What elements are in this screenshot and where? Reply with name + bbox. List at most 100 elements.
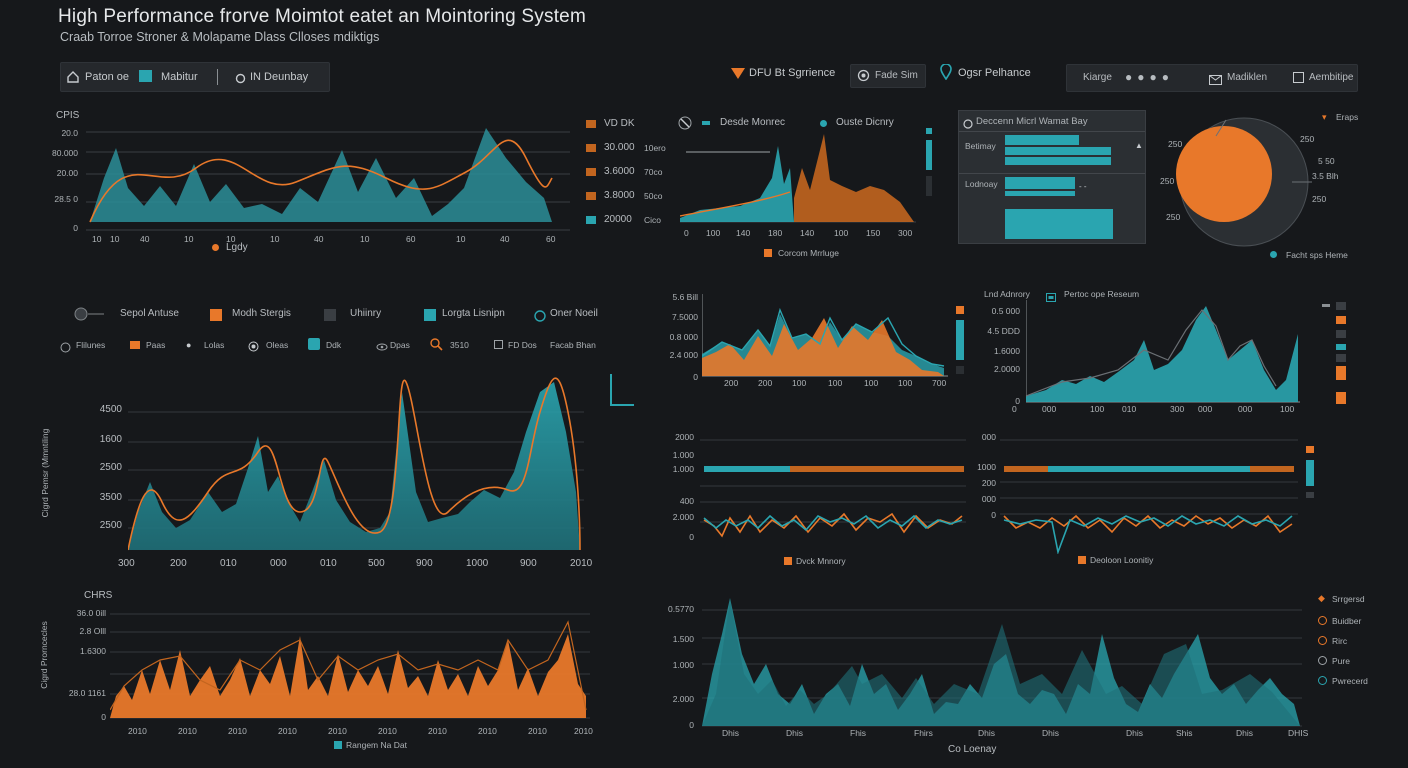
radio-icon[interactable]: ●: [186, 340, 191, 350]
filter-item[interactable]: Oner Noeil: [550, 308, 598, 319]
filter-item[interactable]: Lorgta Lisnipn: [442, 308, 505, 319]
xtick: 180: [768, 228, 783, 238]
xtick: 150: [866, 228, 881, 238]
ytick: 1600: [99, 434, 122, 445]
filter-chip[interactable]: 3510: [450, 340, 469, 350]
toolbar-item-monitor[interactable]: Mabitur: [161, 71, 198, 83]
aembite-label[interactable]: Aembitipe: [1309, 72, 1353, 83]
xtick: 000: [270, 558, 287, 569]
toolbar-item-dfu[interactable]: DFU Bt Sgrrience: [749, 67, 835, 79]
filter-chip[interactable]: Flilunes: [76, 340, 105, 350]
search-icon[interactable]: [430, 338, 443, 356]
xtick: 100: [898, 378, 913, 388]
ytick: 1.000: [672, 464, 694, 474]
xtick: 2010: [428, 726, 447, 736]
legend-value: VD DK: [604, 118, 635, 129]
xtick: 2010: [228, 726, 247, 736]
filter-chip[interactable]: Paas: [146, 340, 165, 350]
bl-ylabel: Cigrd Prorncecles: [39, 621, 49, 689]
xtick: 200: [170, 558, 187, 569]
filter-swatch: [324, 309, 336, 321]
net-area: [128, 382, 580, 550]
legend-marker: [1318, 656, 1327, 665]
ytick: 4500: [99, 404, 122, 415]
legend-item[interactable]: Rirc: [1332, 636, 1347, 646]
filter-row-2: Flilunes Paas ● Lolas Oleas Ddk Dpas 351…: [60, 338, 620, 354]
bar-teal: [1048, 466, 1250, 472]
home-icon[interactable]: [67, 70, 79, 88]
square-icon[interactable]: [1293, 72, 1304, 83]
legend-item[interactable]: Pwrecerd: [1332, 676, 1368, 686]
toolbar-item-ogsr[interactable]: Ogsr Pelhance: [958, 67, 1031, 79]
eye-icon[interactable]: [376, 339, 388, 357]
xtick: 140: [736, 228, 751, 238]
toolbar-item-dashboard[interactable]: IN Deunbay: [250, 71, 308, 83]
scroll-bar[interactable]: [926, 140, 932, 170]
mid-b-sidebar: [1322, 302, 1350, 406]
filter-chip[interactable]: Lolas: [204, 340, 224, 350]
toolbar-item-patron[interactable]: Paton oe: [85, 71, 129, 83]
mail-icon[interactable]: [1209, 72, 1222, 90]
mail-label[interactable]: Madiklen: [1227, 72, 1267, 83]
disk-area-teal: [680, 146, 794, 222]
legend-marker: [1318, 676, 1327, 685]
filter-chip[interactable]: Ddk: [326, 340, 341, 350]
line-a-footer: Dvck Mnnory: [796, 556, 846, 566]
memory-bar: [1005, 147, 1111, 155]
ytick: 2.000: [672, 694, 694, 704]
ytick: 0: [101, 712, 106, 722]
xtick: 010: [1122, 404, 1137, 414]
xtick: 010: [220, 558, 237, 569]
legend-swatch: [956, 366, 964, 374]
legend-marker: [1318, 636, 1327, 645]
filter-chip[interactable]: Facab Bhan: [550, 340, 596, 350]
pie-label: 250: [1168, 139, 1183, 149]
filter-chip[interactable]: FD Dos: [508, 340, 537, 350]
checkbox-icon[interactable]: [308, 338, 320, 350]
circle-icon[interactable]: [235, 71, 246, 89]
kiarge-label[interactable]: Kiarge: [1083, 72, 1112, 83]
fade-label: Fade Sim: [875, 70, 918, 81]
memory-bar: [1005, 157, 1111, 165]
filter-chip[interactable]: Oleas: [266, 340, 288, 350]
filter-item[interactable]: Sepol Antuse: [120, 308, 179, 319]
xtick: 40: [140, 234, 150, 244]
bl-ylabel-wrap: Cigrd Prorncecles: [36, 612, 50, 702]
cpu-ylabel: CPIS: [56, 110, 80, 121]
net-xticks: 300 200 010 000 010 500 900 1000 900 201…: [118, 558, 598, 570]
xtick: 2010: [328, 726, 347, 736]
mid-b-xticks: 0 000 100 010 300 000 000 100: [1010, 404, 1302, 416]
xtick: 2010: [378, 726, 397, 736]
xtick: Dhis: [1236, 728, 1254, 738]
bl-area: [110, 634, 586, 718]
cpu-legend: Lgdy: [226, 242, 248, 253]
filter-item[interactable]: Modh Stergis: [232, 308, 291, 319]
legend-item[interactable]: Srrgersd: [1332, 594, 1365, 604]
xtick: 100: [834, 228, 849, 238]
legend-item[interactable]: Buidber: [1332, 616, 1361, 626]
filter-item[interactable]: Uhiinry: [350, 308, 381, 319]
big-teal-footer: Co Loenay: [948, 744, 997, 755]
square-icon[interactable]: [494, 340, 503, 349]
toggle-icon[interactable]: [74, 307, 104, 326]
mid-b-area: [1026, 306, 1298, 402]
xtick: 10: [270, 234, 280, 244]
chevron-up-icon[interactable]: ▲: [1135, 141, 1143, 150]
radio-icon[interactable]: [248, 339, 259, 357]
memory-bar: [1005, 191, 1075, 196]
legend-item[interactable]: Pure: [1332, 656, 1350, 666]
filter-chip[interactable]: Dpas: [390, 340, 410, 350]
ytick: 7.5000: [672, 312, 698, 322]
xtick: Fhis: [850, 728, 867, 738]
legend-label: Cico: [644, 215, 662, 225]
cpu-xticks: 10 10 40 10 10 10 40 10 60 10 40 60: [86, 234, 570, 246]
xtick: 300: [1170, 404, 1185, 414]
legend-value: 3.8000: [604, 190, 635, 201]
xtick: 10: [456, 234, 466, 244]
net-ylabel-wrap: Cigrd Pemsr (Mmntiling: [36, 424, 50, 524]
ytick: 000: [981, 432, 996, 442]
monitor-icon[interactable]: [139, 70, 152, 82]
fade-button[interactable]: Fade Sim: [850, 64, 926, 88]
xtick: 010: [320, 558, 337, 569]
filter-icon[interactable]: [60, 340, 71, 358]
